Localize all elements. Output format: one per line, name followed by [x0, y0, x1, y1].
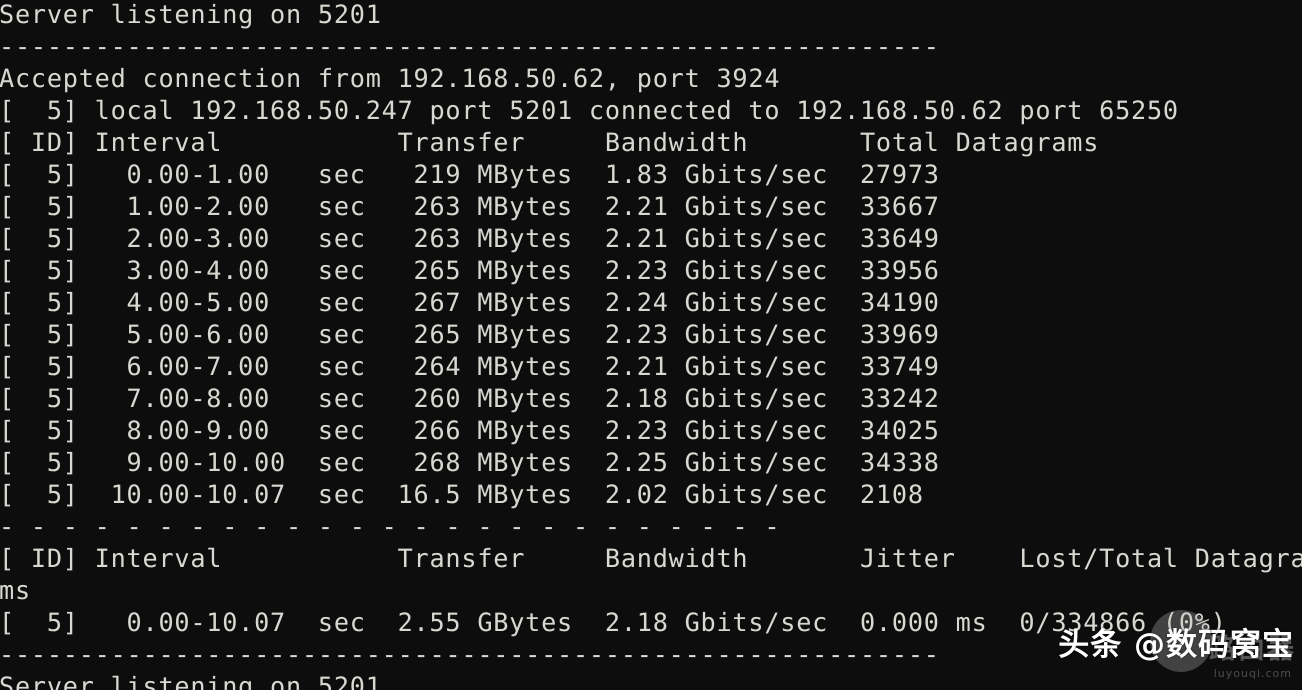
terminal-window[interactable]: Server listening on 5201 ---------------… — [0, 0, 1302, 690]
terminal-output-text: Server listening on 5201 ---------------… — [0, 0, 1302, 690]
